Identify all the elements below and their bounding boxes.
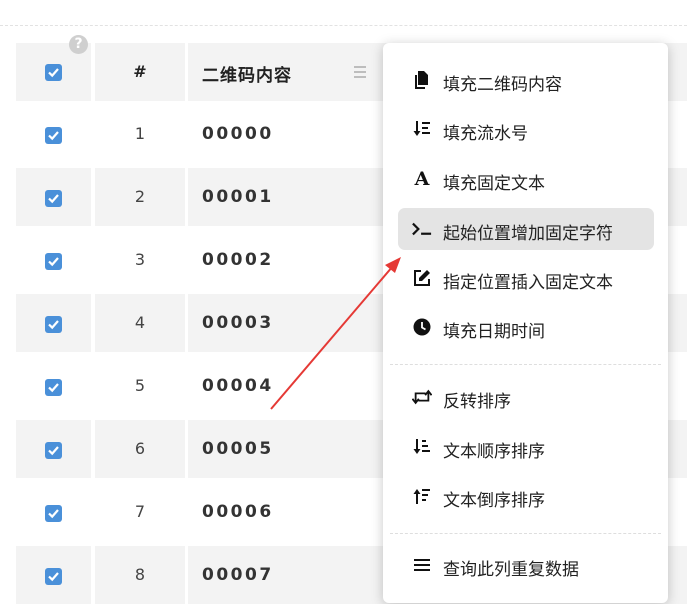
annotation-arrow [270,257,401,410]
